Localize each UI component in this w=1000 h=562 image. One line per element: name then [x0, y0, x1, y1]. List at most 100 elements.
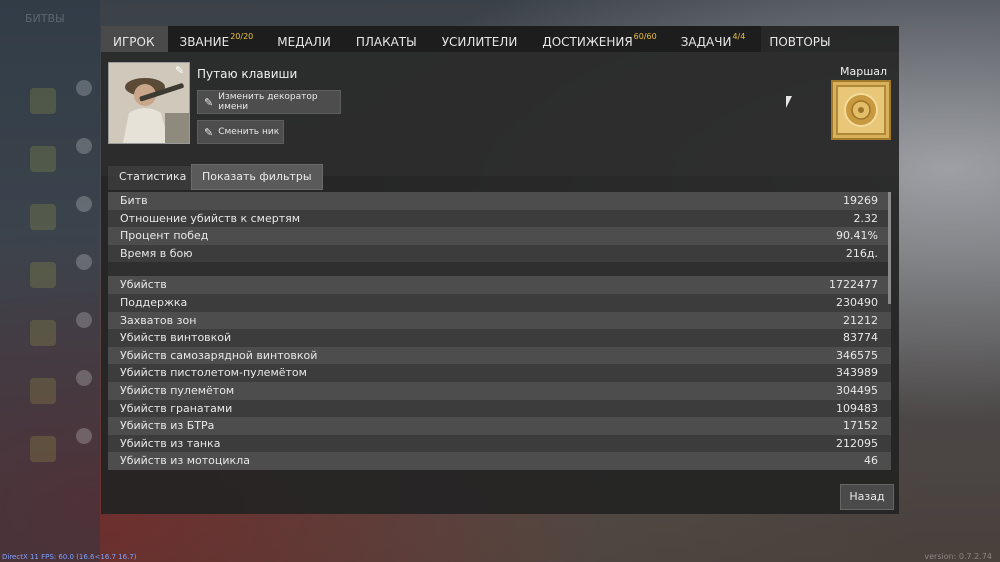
- tab-posters[interactable]: ПЛАКАТЫ: [344, 26, 430, 52]
- player-profile-window: ИГРОК ЗВАНИЕ20/20 МЕДАЛИ ПЛАКАТЫ УСИЛИТЕ…: [101, 26, 899, 514]
- statistics-table: Битв 19269 Отношение убийств к смертям 2.3…: [108, 192, 891, 470]
- stat-label: Убийств из мотоцикла: [120, 454, 250, 468]
- rank-name: Маршал: [840, 65, 888, 78]
- table-row: Время в бою 216д.: [108, 244, 891, 263]
- stats-scrollbar[interactable]: [888, 192, 891, 304]
- edit-avatar-icon[interactable]: ✎: [175, 65, 187, 77]
- tab-badge: 20/20: [230, 32, 254, 41]
- tab-label: ЗВАНИЕ: [179, 35, 230, 49]
- player-avatar[interactable]: ✎: [108, 62, 190, 144]
- stat-label: Поддержка: [120, 295, 188, 309]
- background-squad-icon: [30, 378, 56, 404]
- tab-rank[interactable]: ЗВАНИЕ20/20: [168, 26, 266, 52]
- background-squad-icon: [30, 436, 56, 462]
- background-squad-icon: [30, 262, 56, 288]
- stat-value: 230490: [836, 295, 878, 309]
- stat-value: 304495: [836, 383, 878, 397]
- stat-value: 46: [864, 454, 878, 468]
- stat-label: Убийств гранатами: [120, 401, 233, 415]
- tab-replays[interactable]: ПОВТОРЫ: [757, 26, 843, 52]
- fps-counter: DirectX 11 FPS: 60.0 (16.6<16.7 16.7): [2, 553, 137, 561]
- tab-label: УСИЛИТЕЛИ: [441, 35, 518, 49]
- background-dot-icon: [76, 254, 92, 270]
- tab-label: ПОВТОРЫ: [769, 35, 831, 49]
- stat-label: Процент побед: [120, 229, 209, 243]
- stat-value: 2.32: [853, 211, 879, 225]
- tab-bar: ИГРОК ЗВАНИЕ20/20 МЕДАЛИ ПЛАКАТЫ УСИЛИТЕ…: [101, 26, 831, 52]
- tab-player[interactable]: ИГРОК: [101, 26, 168, 52]
- stat-label: Убийств: [120, 278, 167, 292]
- background-squad-icon: [30, 88, 56, 114]
- stat-label: Отношение убийств к смертям: [120, 211, 301, 225]
- stat-value: 343989: [836, 366, 878, 380]
- table-row: Убийств пистолетом-пулемётом 343989: [108, 364, 891, 382]
- stat-value: 1722477: [829, 278, 878, 292]
- stat-value: 216д.: [845, 246, 878, 260]
- stat-value: 21212: [843, 313, 878, 327]
- table-row: Убийств пулемётом 304495: [108, 381, 891, 400]
- marshal-rank-icon: [831, 80, 891, 140]
- stat-value: 90.41%: [836, 229, 878, 243]
- stat-label: Убийств пулемётом: [120, 383, 235, 397]
- player-name: Путаю клавиши: [197, 67, 298, 81]
- stats-group-kills: Убийств 1722477 Поддержка 230490 Захватов …: [108, 276, 891, 470]
- stat-label: Битв: [120, 194, 148, 207]
- stat-value: 17152: [843, 419, 878, 433]
- table-row: Убийств из мотоцикла 46: [108, 452, 891, 470]
- show-filters-button[interactable]: Показать фильтры: [191, 164, 323, 190]
- stat-label: Убийств из БТРа: [120, 419, 215, 433]
- table-row: Процент побед 90.41%: [108, 227, 891, 245]
- rank-star-icon: [836, 85, 886, 135]
- tab-badge: 4/4: [732, 32, 746, 41]
- tab-label: ПЛАКАТЫ: [355, 35, 417, 49]
- table-row: Битв 19269: [108, 192, 891, 210]
- table-row: Убийств винтовкой 83774: [108, 329, 891, 347]
- table-row: Убийств из БТРа 17152: [108, 417, 891, 435]
- mouse-cursor-icon: [786, 96, 792, 108]
- stat-label: Убийств пистолетом-пулемётом: [120, 366, 307, 380]
- tab-medals[interactable]: МЕДАЛИ: [265, 26, 344, 52]
- stat-label: Захватов зон: [120, 313, 197, 327]
- change-nick-button[interactable]: ✎ Сменить ник: [197, 120, 284, 144]
- pencil-icon: ✎: [204, 95, 214, 109]
- back-button[interactable]: Назад: [840, 484, 894, 510]
- tab-boosters[interactable]: УСИЛИТЕЛИ: [430, 26, 531, 52]
- background-squad-icon: [30, 320, 56, 346]
- group-divider: [108, 262, 891, 277]
- background-squad-icon: [30, 146, 56, 172]
- table-row: Убийств самозарядной винтовкой 346575: [108, 346, 891, 365]
- stat-value: 346575: [836, 348, 878, 362]
- tab-label: ДОСТИЖЕНИЯ: [542, 35, 633, 49]
- table-row: Поддержка 230490: [108, 293, 891, 312]
- stat-label: Убийств самозарядной винтовкой: [120, 348, 318, 362]
- background-dot-icon: [76, 80, 92, 96]
- table-row: Убийств гранатами 109483: [108, 399, 891, 418]
- background-dot-icon: [76, 138, 92, 154]
- background-dot-icon: [76, 196, 92, 212]
- background-top-label: БИТВЫ: [25, 12, 65, 25]
- table-row: Убийств 1722477: [108, 276, 891, 294]
- button-label: Изменить декоратор имени: [218, 92, 318, 112]
- stat-value: 83774: [843, 331, 878, 345]
- version-label: version: 0.7.2.74: [924, 552, 992, 561]
- button-label: Сменить ник: [218, 127, 280, 137]
- tab-label: МЕДАЛИ: [277, 35, 331, 49]
- tab-statistics[interactable]: Статистика: [108, 166, 198, 190]
- table-row: Захватов зон 21212: [108, 311, 891, 330]
- table-row: Отношение убийств к смертям 2.32: [108, 209, 891, 228]
- stats-group-general: Битв 19269 Отношение убийств к смертям 2.3…: [108, 192, 891, 263]
- tab-achievements[interactable]: ДОСТИЖЕНИЯ60/60: [530, 26, 668, 52]
- background-dot-icon: [76, 428, 92, 444]
- tab-tasks[interactable]: ЗАДАЧИ4/4: [669, 26, 758, 52]
- tab-label: ИГРОК: [113, 35, 155, 49]
- tab-badge: 60/60: [633, 32, 657, 41]
- background-dot-icon: [76, 312, 92, 328]
- stat-value: 212095: [836, 436, 878, 450]
- tab-label: ЗАДАЧИ: [680, 35, 732, 49]
- stat-value: 109483: [836, 401, 878, 415]
- change-name-decorator-button[interactable]: ✎ Изменить декоратор имени: [197, 90, 341, 114]
- stat-value: 19269: [843, 194, 878, 207]
- stat-label: Убийств винтовкой: [120, 331, 232, 345]
- stat-label: Время в бою: [120, 246, 193, 260]
- background-dot-icon: [76, 370, 92, 386]
